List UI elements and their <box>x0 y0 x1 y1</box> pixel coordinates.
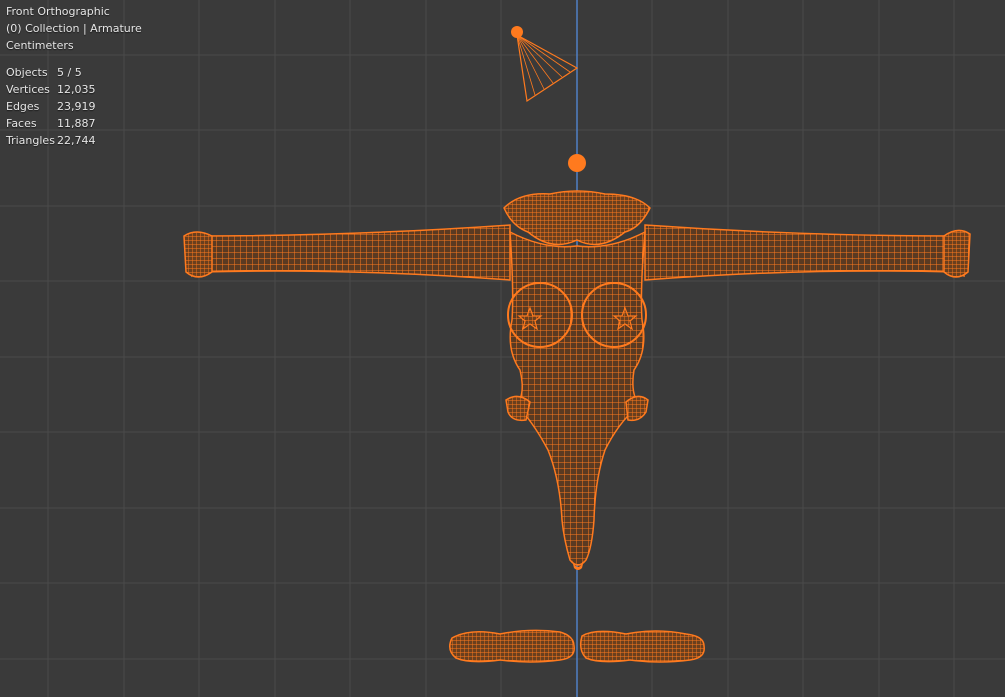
stat-row-objects: Objects 5 / 5 <box>6 64 142 81</box>
scene-statistics: Objects 5 / 5 Vertices 12,035 Edges 23,9… <box>6 64 142 149</box>
units-label: Centimeters <box>6 39 74 52</box>
stat-label: Edges <box>6 100 40 113</box>
stat-label: Triangles <box>6 134 55 147</box>
armature-joint[interactable] <box>568 154 586 172</box>
3d-viewport[interactable]: Front Orthographic (0) Collection | Arma… <box>0 0 1005 697</box>
stat-label: Vertices <box>6 83 50 96</box>
viewport-grid <box>0 0 1005 697</box>
stat-value: 12,035 <box>57 83 96 96</box>
stat-row-faces: Faces 11,887 <box>6 115 142 132</box>
stat-row-triangles: Triangles 22,744 <box>6 132 142 149</box>
stat-value: 5 / 5 <box>57 66 82 79</box>
collection-info: (0) Collection | Armature <box>6 22 142 35</box>
stat-value: 23,919 <box>57 100 96 113</box>
light-object[interactable] <box>511 26 579 103</box>
stat-row-vertices: Vertices 12,035 <box>6 81 142 98</box>
view-name: Front Orthographic <box>6 5 110 18</box>
stat-value: 22,744 <box>57 134 96 147</box>
body-mesh[interactable] <box>183 190 971 570</box>
stat-row-edges: Edges 23,919 <box>6 98 142 115</box>
stat-value: 11,887 <box>57 117 96 130</box>
viewport-info-overlay: Front Orthographic (0) Collection | Arma… <box>6 3 142 149</box>
stat-label: Objects <box>6 66 48 79</box>
stat-label: Faces <box>6 117 37 130</box>
